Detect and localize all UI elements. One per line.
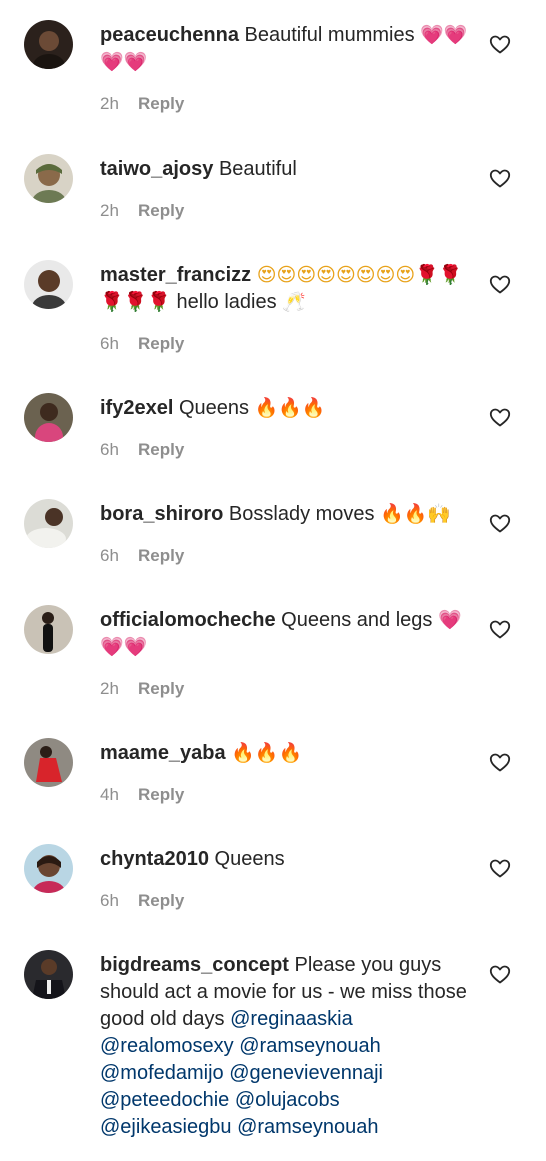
- comment-meta: 2h Reply: [100, 679, 472, 699]
- avatar[interactable]: [24, 393, 73, 442]
- timestamp: 4h: [100, 785, 119, 804]
- comment-meta: 6h Reply: [100, 546, 472, 566]
- timestamp: 6h: [100, 891, 119, 910]
- comment-meta: 4h Reply: [100, 785, 472, 805]
- username[interactable]: master_francizz: [100, 264, 251, 286]
- mention-link[interactable]: @realomosexy: [100, 1035, 234, 1057]
- comment-text: maame_yaba 🔥🔥🔥: [100, 740, 472, 767]
- emoji-fire-hands: 🔥🔥🙌: [380, 503, 452, 525]
- comment-body: Beautiful mummies: [244, 24, 415, 46]
- mention-link[interactable]: @reginaaskia: [230, 1008, 353, 1030]
- username[interactable]: officialomocheche: [100, 609, 276, 631]
- avatar[interactable]: [24, 605, 73, 654]
- comment-body: hello ladies: [176, 291, 277, 313]
- avatar[interactable]: [24, 260, 73, 309]
- avatar[interactable]: [24, 154, 73, 203]
- timestamp: 6h: [100, 334, 119, 353]
- reply-button[interactable]: Reply: [138, 679, 184, 699]
- mention-link[interactable]: @ramseynouah: [239, 1035, 380, 1057]
- mention-link[interactable]: @ejikeasiegbu: [100, 1116, 232, 1138]
- heart-outline-icon[interactable]: [488, 750, 512, 774]
- comments-list: peaceuchenna Beautiful mummies 💗💗💗💗 2h R…: [0, 0, 546, 1161]
- mention-link[interactable]: @olujacobs: [235, 1089, 340, 1111]
- comment-meta: 6h Reply: [100, 440, 472, 460]
- comment-text: taiwo_ajosy Beautiful: [100, 156, 472, 183]
- comment-meta: 6h Reply: [100, 891, 472, 911]
- mention-link[interactable]: @peteedochie: [100, 1089, 229, 1111]
- heart-outline-icon[interactable]: [488, 405, 512, 429]
- reply-button[interactable]: Reply: [138, 785, 184, 805]
- reply-button[interactable]: Reply: [138, 440, 184, 460]
- timestamp: 2h: [100, 94, 119, 113]
- timestamp: 2h: [100, 201, 119, 220]
- comment-text: officialomocheche Queens and legs 💗💗💗: [100, 607, 472, 661]
- comment-text: peaceuchenna Beautiful mummies 💗💗💗💗: [100, 22, 472, 76]
- comment-text: bora_shiroro Bosslady moves 🔥🔥🙌: [100, 501, 472, 528]
- reply-button[interactable]: Reply: [138, 891, 184, 911]
- comment-body: Queens and legs: [281, 609, 433, 631]
- comment-text: chynta2010 Queens: [100, 846, 472, 873]
- username[interactable]: taiwo_ajosy: [100, 158, 213, 180]
- heart-outline-icon[interactable]: [488, 856, 512, 880]
- mention-link[interactable]: @mofedamijo: [100, 1062, 224, 1084]
- mention-link[interactable]: @genevievennaji: [229, 1062, 383, 1084]
- comment-meta: 2h Reply: [100, 94, 472, 114]
- comment-meta: 2h Reply: [100, 201, 472, 221]
- reply-button[interactable]: Reply: [138, 201, 184, 221]
- username[interactable]: bigdreams_concept: [100, 954, 289, 976]
- heart-outline-icon[interactable]: [488, 272, 512, 296]
- reply-button[interactable]: Reply: [138, 94, 184, 114]
- avatar[interactable]: [24, 738, 73, 787]
- heart-outline-icon[interactable]: [488, 617, 512, 641]
- heart-outline-icon[interactable]: [488, 962, 512, 986]
- reply-button[interactable]: Reply: [138, 546, 184, 566]
- comment-body: Beautiful: [218, 158, 297, 180]
- avatar[interactable]: [24, 844, 73, 893]
- timestamp: 2h: [100, 679, 119, 698]
- heart-outline-icon[interactable]: [488, 166, 512, 190]
- emoji-toast: 🥂: [282, 291, 306, 313]
- emoji-fire: 🔥🔥🔥: [231, 742, 303, 764]
- comment-body: Queens: [178, 397, 250, 419]
- timestamp: 6h: [100, 440, 119, 459]
- username[interactable]: ify2exel: [100, 397, 173, 419]
- timestamp: 6h: [100, 546, 119, 565]
- comment-text: master_francizz 😍😍😍😍😍😍😍😍🌹🌹🌹🌹🌹 hello ladi…: [100, 262, 472, 316]
- avatar[interactable]: [24, 950, 73, 999]
- avatar[interactable]: [24, 499, 73, 548]
- emoji-fire: 🔥🔥🔥: [254, 397, 326, 419]
- comment-body: Bosslady moves: [228, 503, 375, 525]
- heart-outline-icon[interactable]: [488, 511, 512, 535]
- username[interactable]: chynta2010: [100, 848, 209, 870]
- comment-meta: 6h Reply: [100, 334, 472, 354]
- avatar[interactable]: [24, 20, 73, 69]
- comment-text: ify2exel Queens 🔥🔥🔥: [100, 395, 472, 422]
- username[interactable]: bora_shiroro: [100, 503, 223, 525]
- mention-link[interactable]: @ramseynouah: [237, 1116, 378, 1138]
- comment-text: bigdreams_concept Please you guys should…: [100, 952, 472, 1141]
- username[interactable]: maame_yaba: [100, 742, 226, 764]
- reply-button[interactable]: Reply: [138, 334, 184, 354]
- comment-body: Queens: [214, 848, 285, 870]
- heart-outline-icon[interactable]: [488, 32, 512, 56]
- username[interactable]: peaceuchenna: [100, 24, 239, 46]
